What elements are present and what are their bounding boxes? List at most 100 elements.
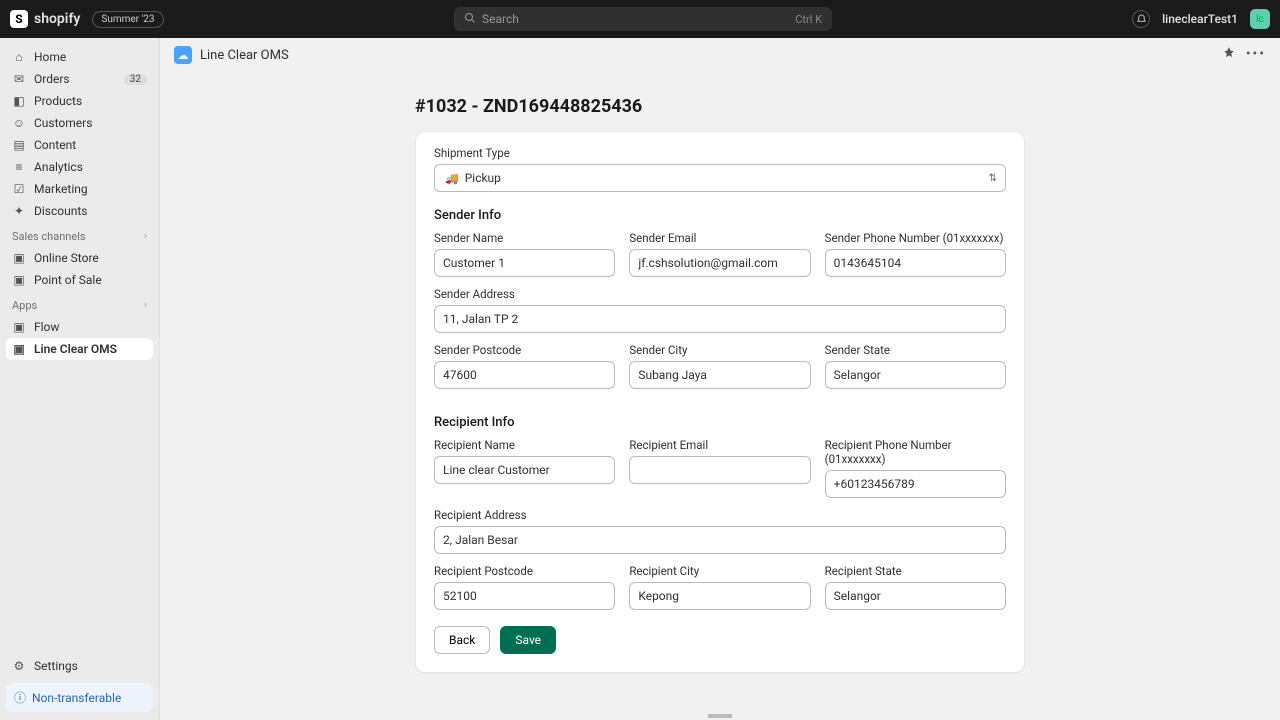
nav-icon: ⌂ (12, 50, 26, 64)
nav-label: Content (34, 138, 76, 152)
account-name[interactable]: lineclearTest1 (1162, 12, 1238, 26)
avatar[interactable]: lc (1250, 9, 1270, 29)
brand-name: shopify (34, 11, 80, 27)
search-icon (464, 12, 476, 27)
save-button[interactable]: Save (500, 626, 556, 654)
nav-label: Marketing (34, 182, 88, 196)
nav-icon: ▣ (12, 320, 26, 334)
non-transferable-banner[interactable]: ⓘ Non-transferable (6, 683, 153, 712)
nav-icon: ✉ (12, 72, 26, 86)
nav-label: Analytics (34, 160, 83, 174)
recipient-email-input[interactable] (629, 456, 810, 484)
sender-section-title: Sender Info (434, 208, 1006, 223)
nav-item-orders[interactable]: ✉Orders32 (6, 68, 153, 90)
sender-phone-label: Sender Phone Number (01xxxxxxx) (825, 231, 1006, 245)
nav-label: Line Clear OMS (34, 342, 117, 356)
sender-city-input[interactable] (629, 361, 810, 389)
sender-city-label: Sender City (629, 343, 810, 357)
nav-icon: ▣ (12, 342, 26, 356)
sender-postcode-label: Sender Postcode (434, 343, 615, 357)
recipient-phone-input[interactable] (825, 470, 1006, 498)
brand[interactable]: S shopify Summer '23 (10, 10, 164, 28)
nav-label: Discounts (34, 204, 87, 218)
page-header: ☁ Line Clear OMS ••• (160, 38, 1280, 72)
nav-label: Customers (34, 116, 92, 130)
recipient-city-label: Recipient City (629, 564, 810, 578)
sender-name-label: Sender Name (434, 231, 615, 245)
season-badge: Summer '23 (92, 11, 163, 28)
sender-email-label: Sender Email (629, 231, 810, 245)
recipient-state-input[interactable] (825, 582, 1006, 610)
sender-postcode-input[interactable] (434, 361, 615, 389)
chevron-right-icon: › (144, 300, 147, 311)
nav-item-point-of-sale[interactable]: ▣Point of Sale (6, 269, 153, 291)
nav-item-customers[interactable]: ☺ Customers (6, 112, 153, 134)
shipment-type-select[interactable]: 🚚 Pickup ⇅ (434, 164, 1006, 192)
info-icon: ⓘ (14, 689, 26, 706)
settings-link[interactable]: ⚙ Settings (6, 655, 153, 677)
sender-email-input[interactable] (629, 249, 810, 277)
nav-icon: ✦ (12, 204, 26, 218)
recipient-postcode-input[interactable] (434, 582, 615, 610)
gear-icon: ⚙ (12, 659, 26, 673)
non-transferable-label: Non-transferable (32, 691, 121, 705)
recipient-address-input[interactable] (434, 526, 1006, 554)
back-button[interactable]: Back (434, 626, 490, 654)
sender-name-input[interactable] (434, 249, 615, 277)
sender-phone-input[interactable] (825, 249, 1006, 277)
nav-item-products[interactable]: ◧ Products (6, 90, 153, 112)
nav-item-home[interactable]: ⌂ Home (6, 46, 153, 68)
recipient-phone-label: Recipient Phone Number (01xxxxxxx) (825, 438, 1006, 466)
nav-item-marketing[interactable]: ☑ Marketing (6, 178, 153, 200)
nav-icon: ☑ (12, 182, 26, 196)
nav-item-online-store[interactable]: ▣ Online Store (6, 247, 153, 269)
resize-handle-icon[interactable] (708, 714, 732, 718)
pin-icon[interactable] (1222, 46, 1236, 64)
sender-state-input[interactable] (825, 361, 1006, 389)
nav-icon: ☺ (12, 116, 26, 130)
nav-icon: ▣ (12, 273, 26, 287)
sender-state-label: Sender State (825, 343, 1006, 357)
shipment-type-value: Pickup (465, 171, 501, 185)
recipient-name-label: Recipient Name (434, 438, 615, 452)
recipient-section-title: Recipient Info (434, 415, 1006, 430)
search-placeholder: Search (482, 12, 519, 26)
nav-icon: ▣ (12, 251, 26, 265)
nav-item-content[interactable]: ▤ Content (6, 134, 153, 156)
nav-item-analytics[interactable]: ≡Analytics (6, 156, 153, 178)
shipment-type-label: Shipment Type (434, 146, 1006, 160)
page: ☁ Line Clear OMS ••• #1032 - ZND16944882… (160, 38, 1280, 720)
sender-address-input[interactable] (434, 305, 1006, 333)
global-search[interactable]: Search Ctrl K (454, 7, 832, 31)
nav-icon: ◧ (12, 94, 26, 108)
more-icon[interactable]: ••• (1246, 46, 1266, 64)
nav-label: Products (34, 94, 82, 108)
section-sales-channels[interactable]: Sales channels› (6, 222, 153, 247)
nav-item-flow[interactable]: ▣Flow (6, 316, 153, 338)
recipient-postcode-label: Recipient Postcode (434, 564, 615, 578)
recipient-email-label: Recipient Email (629, 438, 810, 452)
recipient-city-input[interactable] (629, 582, 810, 610)
sender-address-label: Sender Address (434, 287, 1006, 301)
settings-label: Settings (34, 659, 78, 673)
section-apps[interactable]: Apps› (6, 291, 153, 316)
nav-label: Home (34, 50, 66, 64)
nav-item-line-clear-oms[interactable]: ▣ Line Clear OMS (6, 338, 153, 360)
notifications-icon[interactable] (1132, 10, 1150, 28)
app-icon: ☁ (174, 46, 192, 64)
nav-item-discounts[interactable]: ✦ Discounts (6, 200, 153, 222)
recipient-address-label: Recipient Address (434, 508, 1006, 522)
select-caret-icon: ⇅ (989, 173, 997, 184)
shipment-form: Shipment Type 🚚 Pickup ⇅ Sender Info Sen… (415, 131, 1025, 673)
nav-label: Online Store (34, 251, 99, 265)
search-shortcut: Ctrl K (795, 13, 822, 26)
nav-icon: ▤ (12, 138, 26, 152)
recipient-name-input[interactable] (434, 456, 615, 484)
page-title: #1032 - ZND169448825436 (415, 96, 1025, 117)
nav-badge: 32 (124, 74, 147, 85)
app-name: Line Clear OMS (200, 48, 289, 63)
recipient-state-label: Recipient State (825, 564, 1006, 578)
truck-icon: 🚚 (445, 172, 459, 185)
chevron-right-icon: › (144, 231, 147, 242)
shopify-logo-icon: S (10, 10, 28, 28)
